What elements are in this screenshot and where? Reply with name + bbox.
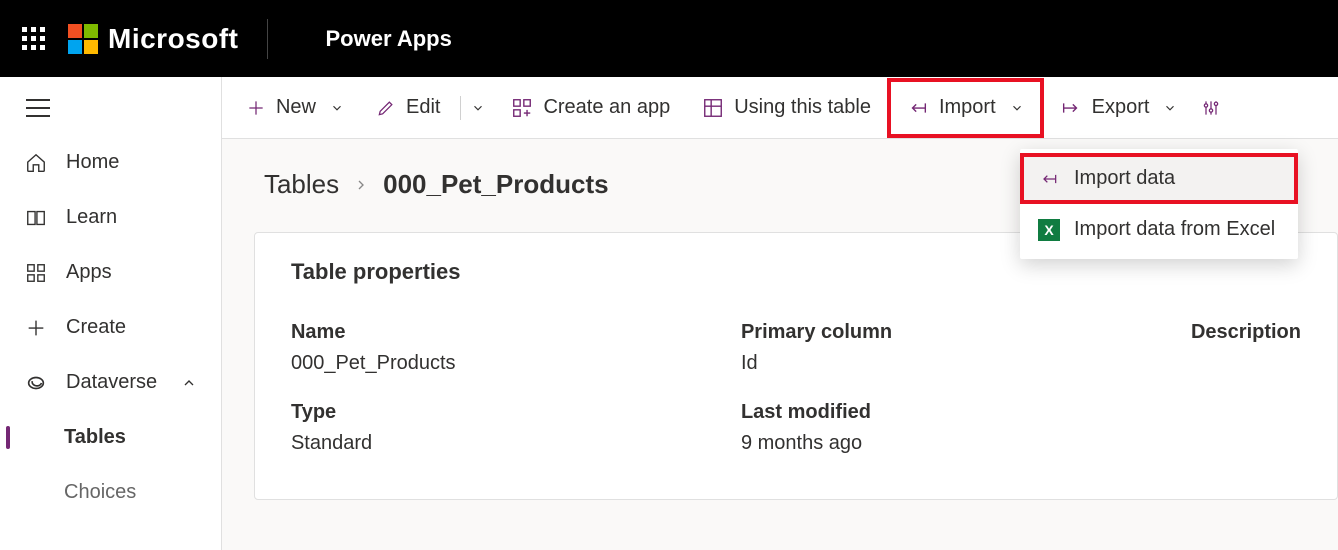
table-properties-card: Table properties Name 000_Pet_Products T… bbox=[254, 232, 1338, 500]
settings-sliders-icon bbox=[1201, 98, 1221, 118]
sidebar-item-home[interactable]: Home bbox=[0, 135, 221, 190]
chevron-up-icon bbox=[181, 375, 197, 391]
button-label: New bbox=[276, 96, 316, 119]
pencil-icon bbox=[376, 98, 396, 118]
export-arrow-icon bbox=[1060, 97, 1082, 119]
button-label: Using this table bbox=[734, 96, 871, 119]
grid-plus-icon bbox=[511, 97, 533, 119]
card-title: Table properties bbox=[291, 259, 1301, 285]
create-app-button[interactable]: Create an app bbox=[495, 78, 686, 138]
command-bar: New Edit Create a bbox=[222, 77, 1338, 139]
home-icon bbox=[24, 152, 48, 174]
main-content: New Edit Create a bbox=[222, 77, 1338, 550]
sidebar-label: Home bbox=[66, 151, 119, 174]
dataverse-icon bbox=[24, 372, 48, 394]
table-icon bbox=[702, 97, 724, 119]
import-menu: Import data Import data from Excel bbox=[1020, 149, 1298, 259]
sidebar-label: Dataverse bbox=[66, 371, 157, 394]
app-launcher-icon[interactable] bbox=[22, 27, 46, 51]
sidebar-item-dataverse[interactable]: Dataverse bbox=[0, 355, 221, 410]
button-label: Import bbox=[939, 96, 996, 119]
chevron-down-icon bbox=[1010, 101, 1024, 115]
prop-value-name: 000_Pet_Products bbox=[291, 352, 701, 375]
prop-label-description: Description bbox=[1191, 321, 1301, 344]
brand-text: Microsoft bbox=[108, 23, 239, 55]
export-button[interactable]: Export bbox=[1044, 78, 1194, 138]
excel-icon bbox=[1038, 219, 1060, 241]
chevron-down-icon bbox=[471, 101, 485, 115]
button-label: Create an app bbox=[543, 96, 670, 119]
menu-label: Import data from Excel bbox=[1074, 218, 1275, 241]
button-label: Edit bbox=[406, 96, 440, 119]
chevron-down-icon bbox=[1163, 101, 1177, 115]
new-button[interactable]: New bbox=[230, 78, 360, 138]
sidebar-toggle[interactable] bbox=[0, 89, 221, 135]
plus-icon bbox=[24, 317, 48, 339]
chevron-right-icon bbox=[353, 177, 369, 193]
import-excel-item[interactable]: Import data from Excel bbox=[1020, 204, 1298, 255]
import-data-item[interactable]: Import data bbox=[1020, 153, 1298, 204]
chevron-down-icon bbox=[330, 101, 344, 115]
edit-button[interactable]: Edit bbox=[360, 78, 456, 138]
prop-label-type: Type bbox=[291, 401, 701, 424]
plus-icon bbox=[246, 98, 266, 118]
overflow-button[interactable] bbox=[1193, 78, 1229, 138]
prop-value-type: Standard bbox=[291, 432, 701, 455]
using-this-table-button[interactable]: Using this table bbox=[686, 78, 887, 138]
prop-value-modified: 9 months ago bbox=[741, 432, 1151, 455]
hamburger-icon bbox=[26, 99, 50, 117]
sidebar-item-apps[interactable]: Apps bbox=[0, 245, 221, 300]
ms-brand[interactable]: Microsoft bbox=[68, 23, 239, 55]
sidebar-label: Create bbox=[66, 316, 126, 339]
sidebar: Home Learn Apps Create Dataverse bbox=[0, 77, 222, 550]
global-header: Microsoft Power Apps bbox=[0, 0, 1338, 77]
sidebar-label: Learn bbox=[66, 206, 117, 229]
import-arrow-icon bbox=[907, 97, 929, 119]
sidebar-item-create[interactable]: Create bbox=[0, 300, 221, 355]
apps-icon bbox=[24, 262, 48, 284]
prop-label-primary: Primary column bbox=[741, 321, 1151, 344]
microsoft-logo-icon bbox=[68, 24, 98, 54]
menu-label: Import data bbox=[1074, 167, 1175, 190]
sidebar-sublabel: Tables bbox=[64, 426, 126, 448]
header-separator bbox=[267, 19, 268, 59]
sidebar-item-learn[interactable]: Learn bbox=[0, 190, 221, 245]
import-arrow-icon bbox=[1038, 169, 1060, 189]
sidebar-sublabel: Choices bbox=[64, 481, 136, 503]
prop-label-name: Name bbox=[291, 321, 701, 344]
breadcrumb-current: 000_Pet_Products bbox=[383, 169, 608, 200]
split-separator bbox=[460, 96, 461, 120]
import-button[interactable]: Import bbox=[887, 78, 1044, 138]
edit-split-chevron[interactable] bbox=[465, 78, 495, 138]
app-name: Power Apps bbox=[326, 26, 452, 52]
prop-label-modified: Last modified bbox=[741, 401, 1151, 424]
sidebar-subitem-tables[interactable]: Tables bbox=[0, 410, 221, 465]
book-icon bbox=[24, 207, 48, 229]
sidebar-subitem-choices[interactable]: Choices bbox=[0, 465, 221, 520]
sidebar-label: Apps bbox=[66, 261, 112, 284]
button-label: Export bbox=[1092, 96, 1150, 119]
prop-value-primary: Id bbox=[741, 352, 1151, 375]
breadcrumb-root[interactable]: Tables bbox=[264, 169, 339, 200]
